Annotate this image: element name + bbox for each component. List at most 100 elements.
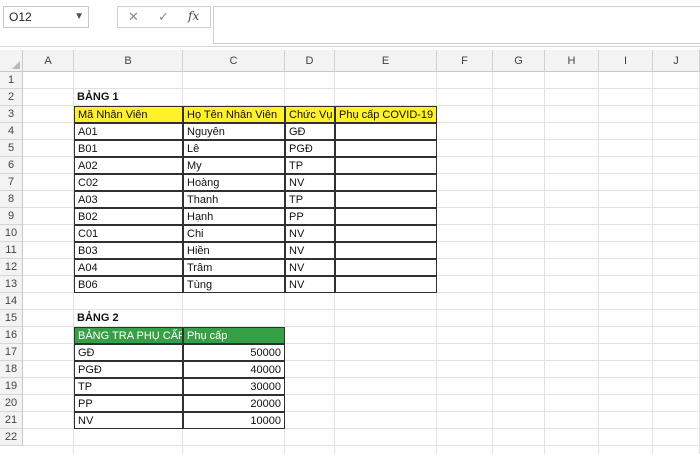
column-header[interactable]: G xyxy=(493,50,545,72)
column-header[interactable]: E xyxy=(335,50,437,72)
table1-cell[interactable]: B06 xyxy=(74,276,183,293)
formula-input[interactable] xyxy=(213,6,700,44)
row-header[interactable]: 7 xyxy=(0,174,23,191)
row-header[interactable]: 4 xyxy=(0,123,23,140)
row-header[interactable]: 14 xyxy=(0,293,23,310)
table2-cell[interactable]: PP xyxy=(74,395,183,412)
row-header[interactable]: 11 xyxy=(0,242,23,259)
table1-header-cell[interactable]: Phụ cấp COVID-19 xyxy=(335,106,437,123)
table1-cell[interactable] xyxy=(335,225,437,242)
row-header[interactable]: 9 xyxy=(0,208,23,225)
table1-cell[interactable]: B02 xyxy=(74,208,183,225)
enter-icon[interactable]: ✓ xyxy=(158,9,169,25)
table1-cell[interactable]: NV xyxy=(285,259,335,276)
table2-value-cell[interactable]: 30000 xyxy=(183,378,285,395)
table1-cell[interactable]: A01 xyxy=(74,123,183,140)
table2-cell[interactable]: GĐ xyxy=(74,344,183,361)
row-header[interactable]: 17 xyxy=(0,344,23,361)
column-header[interactable]: C xyxy=(183,50,285,72)
table2-value-cell[interactable]: 40000 xyxy=(183,361,285,378)
column-header[interactable]: I xyxy=(599,50,653,72)
table1-cell[interactable]: TP xyxy=(285,157,335,174)
table1-cell[interactable]: A03 xyxy=(74,191,183,208)
table1-cell[interactable]: Hạnh xyxy=(183,208,285,225)
table1-cell[interactable]: A04 xyxy=(74,259,183,276)
table2-value-cell[interactable]: 20000 xyxy=(183,395,285,412)
row-header[interactable]: 1 xyxy=(0,72,23,89)
table1-cell[interactable]: Hoàng xyxy=(183,174,285,191)
column-headers: ABCDEFGHIJ xyxy=(23,50,700,72)
select-all-button[interactable] xyxy=(0,50,23,72)
table1-cell[interactable]: TP xyxy=(285,191,335,208)
spreadsheet-grid[interactable]: BẢNG 1 Mã Nhân Viên Họ Tên Nhân Viên Chứ… xyxy=(23,72,700,454)
table2-cell[interactable]: TP xyxy=(74,378,183,395)
row-header[interactable]: 2 xyxy=(0,89,23,106)
table1-cell[interactable]: B03 xyxy=(74,242,183,259)
table1-cell[interactable] xyxy=(335,276,437,293)
table1-cell[interactable]: C02 xyxy=(74,174,183,191)
table1-cell[interactable] xyxy=(335,208,437,225)
table1-cell[interactable] xyxy=(335,123,437,140)
name-box[interactable]: O12 ▼ xyxy=(3,6,89,28)
row-header[interactable]: 18 xyxy=(0,361,23,378)
table1-cell[interactable]: Hiền xyxy=(183,242,285,259)
column-header[interactable]: B xyxy=(74,50,183,72)
table1-cell[interactable] xyxy=(335,259,437,276)
table1-cell[interactable] xyxy=(335,140,437,157)
table1-header-cell[interactable]: Họ Tên Nhân Viên xyxy=(183,106,285,123)
row-header[interactable]: 21 xyxy=(0,412,23,429)
row-header[interactable]: 12 xyxy=(0,259,23,276)
table1-cell[interactable]: My xyxy=(183,157,285,174)
table1-cell[interactable] xyxy=(335,242,437,259)
table1-cell[interactable] xyxy=(335,191,437,208)
table2-header-cell[interactable]: BẢNG TRA PHỤ CẤP xyxy=(74,327,183,344)
table2-cell[interactable]: NV xyxy=(74,412,183,429)
table1-cell[interactable]: GĐ xyxy=(285,123,335,140)
table1-cell[interactable]: C01 xyxy=(74,225,183,242)
chevron-down-icon[interactable]: ▼ xyxy=(74,11,84,22)
table1-cell[interactable] xyxy=(335,174,437,191)
row-header[interactable]: 22 xyxy=(0,429,23,446)
table2-cell[interactable]: PGĐ xyxy=(74,361,183,378)
cancel-icon[interactable]: ✕ xyxy=(128,9,139,25)
table2-title[interactable]: BẢNG 2 xyxy=(74,310,184,327)
row-header[interactable]: 8 xyxy=(0,191,23,208)
table1-cell[interactable]: PP xyxy=(285,208,335,225)
table2-value-cell[interactable]: 50000 xyxy=(183,344,285,361)
table1-cell[interactable]: Thanh xyxy=(183,191,285,208)
table1-cell[interactable]: NV xyxy=(285,174,335,191)
table1-cell[interactable]: NV xyxy=(285,225,335,242)
row-header[interactable]: 19 xyxy=(0,378,23,395)
table1-cell[interactable]: PGĐ xyxy=(285,140,335,157)
table1-header-cell[interactable]: Chức Vụ xyxy=(285,106,335,123)
table1-cell[interactable]: NV xyxy=(285,242,335,259)
name-box-value: O12 xyxy=(9,10,32,24)
table1-cell[interactable]: A02 xyxy=(74,157,183,174)
table1-cell[interactable]: Chi xyxy=(183,225,285,242)
row-header[interactable]: 3 xyxy=(0,106,23,123)
row-header[interactable]: 10 xyxy=(0,225,23,242)
table1-cell[interactable]: Trâm xyxy=(183,259,285,276)
column-header[interactable]: J xyxy=(653,50,700,72)
table1-cell[interactable]: Nguyên xyxy=(183,123,285,140)
table1-cell[interactable]: Lê xyxy=(183,140,285,157)
column-header[interactable]: H xyxy=(545,50,599,72)
table1-header-cell[interactable]: Mã Nhân Viên xyxy=(74,106,183,123)
row-header[interactable]: 15 xyxy=(0,310,23,327)
row-header[interactable]: 13 xyxy=(0,276,23,293)
table2-header-cell[interactable]: Phụ cấp xyxy=(183,327,285,344)
row-header[interactable]: 5 xyxy=(0,140,23,157)
table1-cell[interactable] xyxy=(335,157,437,174)
table1-title[interactable]: BẢNG 1 xyxy=(74,89,184,106)
column-header[interactable]: A xyxy=(23,50,74,72)
row-header[interactable]: 16 xyxy=(0,327,23,344)
column-header[interactable]: D xyxy=(285,50,335,72)
table1-cell[interactable]: NV xyxy=(285,276,335,293)
column-header[interactable]: F xyxy=(437,50,493,72)
row-header[interactable]: 6 xyxy=(0,157,23,174)
insert-function-icon[interactable]: fx xyxy=(188,9,199,23)
table1-cell[interactable]: B01 xyxy=(74,140,183,157)
row-header[interactable]: 20 xyxy=(0,395,23,412)
table2-value-cell[interactable]: 10000 xyxy=(183,412,285,429)
table1-cell[interactable]: Tùng xyxy=(183,276,285,293)
